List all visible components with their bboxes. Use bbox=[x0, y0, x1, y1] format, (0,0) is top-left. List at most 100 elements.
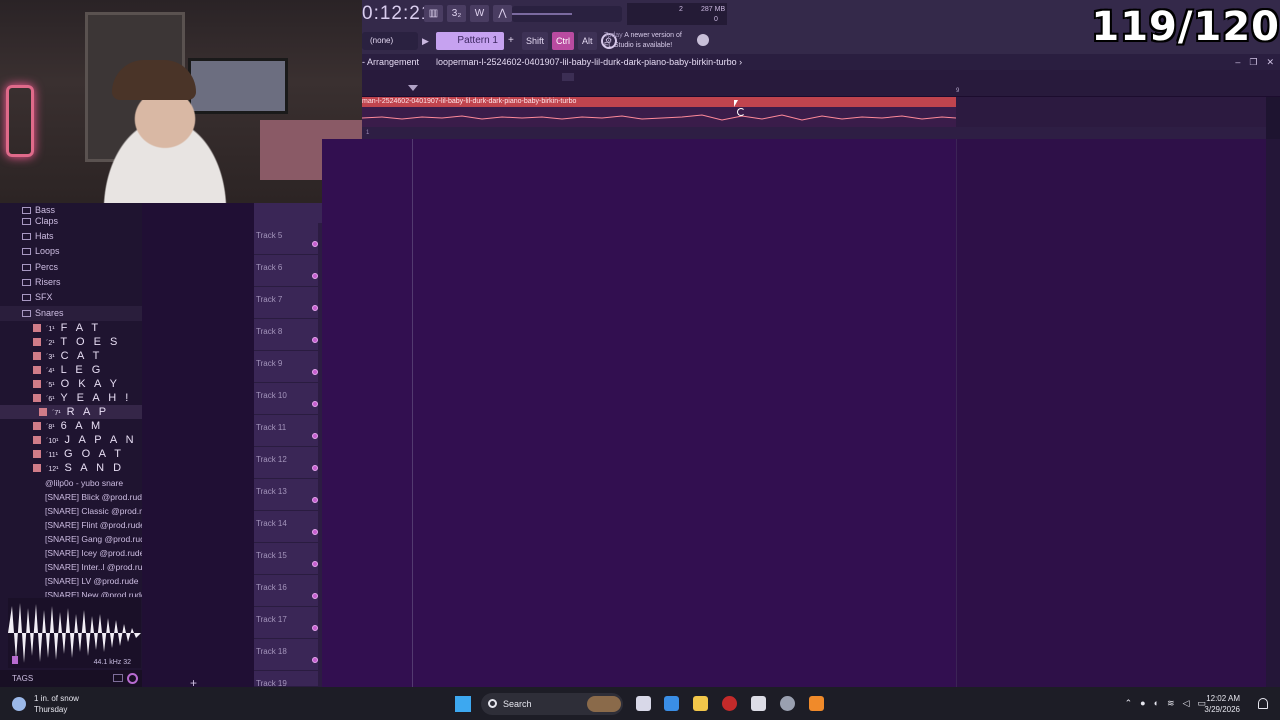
sample-file[interactable]: [SNARE] Blick @prod.rude bbox=[45, 490, 147, 504]
snare-file[interactable]: ´4¹ L E G bbox=[0, 363, 142, 377]
playhead-marker-icon[interactable] bbox=[408, 85, 418, 91]
sample-file[interactable]: [SNARE] New @prod.rude bbox=[45, 588, 146, 597]
sample-preview[interactable]: 44.1 kHz 32 bbox=[8, 598, 141, 668]
snare-file[interactable]: ´1¹ F A T bbox=[0, 321, 142, 335]
track-enable-icon[interactable] bbox=[312, 529, 318, 535]
weather-widget[interactable]: 1 in. of snow Thursday bbox=[34, 693, 79, 715]
arrangement-empty-area[interactable] bbox=[956, 97, 1280, 127]
pattern-selector[interactable]: Pattern 1 bbox=[436, 32, 504, 50]
microphone-icon[interactable]: ● bbox=[1140, 698, 1145, 709]
copilot-icon[interactable] bbox=[664, 696, 679, 711]
master-pitch-slider[interactable] bbox=[512, 6, 622, 22]
sample-file[interactable]: [SNARE] Gang @prod.rude bbox=[45, 532, 150, 546]
globe-icon[interactable] bbox=[697, 34, 709, 46]
track-enable-icon[interactable] bbox=[312, 625, 318, 631]
typing-keyboard-icon[interactable]: 3₂ bbox=[447, 5, 466, 22]
ruler-scroll-thumb[interactable] bbox=[562, 73, 574, 81]
folder-percs[interactable]: Percs bbox=[0, 260, 142, 275]
taskbar-clock[interactable]: 12:02 AM 3/29/2026 bbox=[1204, 693, 1240, 715]
folder-loops[interactable]: Loops bbox=[0, 244, 142, 259]
snare-file-selected[interactable]: ´7¹ R A P bbox=[0, 405, 142, 419]
track-header[interactable]: Track 10 bbox=[254, 383, 322, 415]
add-pattern-button[interactable]: + bbox=[508, 32, 518, 50]
sample-file[interactable]: [SNARE] Flint @prod.rude bbox=[45, 518, 145, 532]
sample-file[interactable]: @lilp0o - yubo snare bbox=[45, 476, 123, 490]
wait-icon[interactable]: W bbox=[470, 5, 489, 22]
volume-icon[interactable]: ◁ bbox=[1183, 698, 1190, 709]
folder-hats[interactable]: Hats bbox=[0, 229, 142, 244]
snare-file[interactable]: ´5¹ O K A Y bbox=[0, 377, 142, 391]
timeline-ruler[interactable]: 9 bbox=[362, 70, 1280, 96]
snare-file[interactable]: ´10¹ J A P A N bbox=[0, 433, 142, 447]
track-header[interactable]: Track 19 bbox=[254, 671, 322, 687]
folder-claps[interactable]: Claps bbox=[0, 214, 142, 229]
track-header[interactable]: Track 18 bbox=[254, 639, 322, 671]
breadcrumb-file[interactable]: looperman-l-2524602-0401907-lil-baby-lil… bbox=[436, 54, 742, 70]
track-header[interactable]: Track 13 bbox=[254, 479, 322, 511]
track-header[interactable]: Track 15 bbox=[254, 543, 322, 575]
ctrl-key-indicator[interactable]: Ctrl bbox=[552, 32, 575, 50]
pattern-prev-icon[interactable]: ▶ bbox=[422, 32, 432, 50]
track-enable-icon[interactable] bbox=[312, 401, 318, 407]
track-enable-icon[interactable] bbox=[312, 241, 318, 247]
sample-file[interactable]: [SNARE] LV @prod.rude bbox=[45, 574, 139, 588]
arrangement-scrollbar[interactable] bbox=[1266, 97, 1280, 139]
opera-icon[interactable] bbox=[722, 696, 737, 711]
search-icon[interactable] bbox=[127, 673, 138, 684]
weather-icon[interactable] bbox=[12, 697, 26, 711]
task-view-icon[interactable] bbox=[636, 696, 651, 711]
fl-studio-icon[interactable] bbox=[809, 696, 824, 711]
track-enable-icon[interactable] bbox=[312, 433, 318, 439]
breadcrumb-arrangement[interactable]: - Arrangement bbox=[362, 54, 419, 70]
track-enable-icon[interactable] bbox=[312, 561, 318, 567]
song-time[interactable]: 0:12:21 bbox=[362, 3, 432, 25]
track-enable-icon[interactable] bbox=[312, 497, 318, 503]
chrome-icon[interactable] bbox=[780, 696, 795, 711]
track-header[interactable]: Track 9 bbox=[254, 351, 322, 383]
piano-icon[interactable]: ▥ bbox=[424, 5, 443, 22]
playlist-grid[interactable] bbox=[322, 139, 1266, 687]
snare-file[interactable]: ´8¹ 6 A M bbox=[0, 419, 142, 433]
snare-file[interactable]: ´6¹ Y E A H ! bbox=[0, 391, 142, 405]
snap-select[interactable]: (none) bbox=[362, 32, 418, 50]
file-explorer-icon[interactable] bbox=[693, 696, 708, 711]
track-enable-icon[interactable] bbox=[312, 273, 318, 279]
minimize-icon[interactable]: – bbox=[1235, 54, 1240, 70]
sample-file[interactable]: [SNARE] Inter..l @prod.rude bbox=[45, 560, 152, 574]
track-header[interactable]: Track 17 bbox=[254, 607, 322, 639]
track-enable-icon[interactable] bbox=[312, 305, 318, 311]
sample-file[interactable]: [SNARE] Classic @prod.rude bbox=[45, 504, 156, 518]
wifi-icon[interactable]: ≋ bbox=[1167, 698, 1175, 709]
track-header[interactable]: Track 11 bbox=[254, 415, 322, 447]
close-icon[interactable]: ✕ bbox=[1266, 54, 1274, 70]
snare-file[interactable]: ´2¹ T O E S bbox=[0, 335, 142, 349]
windows-start-icon[interactable] bbox=[455, 696, 471, 712]
track-header[interactable]: Track 8 bbox=[254, 319, 322, 351]
metronome-icon[interactable]: ⋀ bbox=[493, 5, 512, 22]
track-header[interactable]: Track 5 bbox=[254, 223, 322, 255]
snare-file[interactable]: ´11¹ G O A T bbox=[0, 447, 142, 461]
track-enable-icon[interactable] bbox=[312, 465, 318, 471]
playlist-scrollbar[interactable] bbox=[1266, 139, 1280, 687]
notification-bell-icon[interactable] bbox=[1258, 698, 1268, 709]
track-enable-icon[interactable] bbox=[312, 593, 318, 599]
news-panel[interactable]: Today A newer version of FL Studio is av… bbox=[604, 31, 682, 51]
folder-sfx[interactable]: SFX bbox=[0, 290, 142, 305]
track-enable-icon[interactable] bbox=[312, 337, 318, 343]
folder-risers[interactable]: Risers bbox=[0, 275, 142, 290]
track-header[interactable]: Track 6 bbox=[254, 255, 322, 287]
track-header[interactable]: Track 14 bbox=[254, 511, 322, 543]
track-header[interactable]: Track 16 bbox=[254, 575, 322, 607]
track-enable-icon[interactable] bbox=[312, 369, 318, 375]
store-icon[interactable] bbox=[751, 696, 766, 711]
alt-key-indicator[interactable]: Alt bbox=[578, 32, 597, 50]
sample-file[interactable]: [SNARE] Icey @prod.rude bbox=[45, 546, 144, 560]
taskbar-search[interactable]: Search bbox=[481, 693, 623, 715]
tray-overflow-icon[interactable]: ⌃ bbox=[1125, 698, 1133, 709]
shift-key-indicator[interactable]: Shift bbox=[522, 32, 549, 50]
snare-file[interactable]: ´3¹ C A T bbox=[0, 349, 142, 363]
folder-icon[interactable] bbox=[113, 674, 123, 682]
maximize-icon[interactable]: ❐ bbox=[1249, 54, 1257, 70]
track-header[interactable]: Track 12 bbox=[254, 447, 322, 479]
track-header[interactable]: Track 7 bbox=[254, 287, 322, 319]
